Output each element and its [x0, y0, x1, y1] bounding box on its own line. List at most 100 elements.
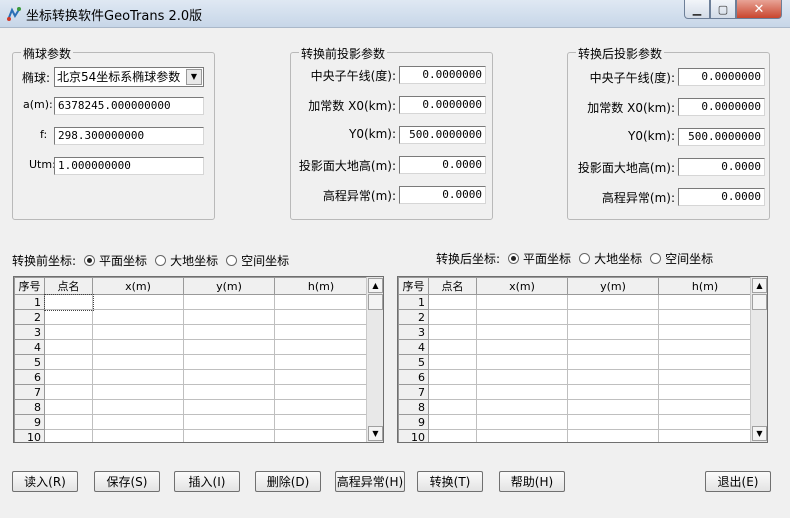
- cell-x[interactable]: [92, 429, 184, 442]
- grid-before[interactable]: 序号 点名 x(m) y(m) h(m) 1 2 3 4 5 6 7 8 9 10 ▲ ▼: [13, 276, 384, 443]
- cell-y[interactable]: [183, 414, 275, 430]
- cell-x[interactable]: [92, 324, 184, 340]
- cell-y[interactable]: [183, 309, 275, 325]
- cell-name[interactable]: [428, 369, 477, 385]
- cell-y[interactable]: [567, 429, 659, 442]
- cell-h[interactable]: [274, 324, 368, 340]
- table-row[interactable]: 8: [14, 399, 368, 415]
- cell-x[interactable]: [476, 369, 568, 385]
- utm-field[interactable]: 1.000000000: [54, 157, 204, 175]
- cell-name[interactable]: [44, 309, 93, 325]
- col-header-x[interactable]: x(m): [476, 277, 568, 295]
- cell-h[interactable]: [658, 414, 752, 430]
- cell-name[interactable]: [428, 414, 477, 430]
- cell-name[interactable]: [44, 429, 93, 442]
- table-row[interactable]: 6: [14, 369, 368, 385]
- coord-after-option-space[interactable]: 空间坐标: [665, 250, 713, 267]
- cell-name[interactable]: [428, 324, 477, 340]
- col-header-h[interactable]: h(m): [274, 277, 368, 295]
- cell-name[interactable]: [44, 369, 93, 385]
- cell-y[interactable]: [567, 369, 659, 385]
- height-anomaly-button[interactable]: 高程异常(H): [335, 471, 405, 492]
- cell-x[interactable]: [92, 399, 184, 415]
- convert-button[interactable]: 转换(T): [417, 471, 483, 492]
- cell-y[interactable]: [183, 429, 275, 442]
- cell-h[interactable]: [274, 384, 368, 400]
- pb-y0-field[interactable]: 500.0000000: [399, 126, 486, 144]
- cell-h[interactable]: [658, 324, 752, 340]
- cell-x[interactable]: [476, 354, 568, 370]
- scroll-thumb[interactable]: [368, 294, 383, 310]
- cell-h[interactable]: [658, 384, 752, 400]
- cell-h[interactable]: [274, 294, 368, 310]
- close-button[interactable]: ✕: [736, 0, 782, 19]
- grid-after-scrollbar[interactable]: ▲ ▼: [750, 277, 767, 442]
- cell-h[interactable]: [274, 339, 368, 355]
- table-row[interactable]: 2: [398, 309, 752, 325]
- pb-x0-field[interactable]: 0.0000000: [399, 96, 486, 114]
- cell-x[interactable]: [476, 414, 568, 430]
- grid-after[interactable]: 序号 点名 x(m) y(m) h(m) 1 2 3 4 5 6 7 8 9 10 ▲ ▼: [397, 276, 768, 443]
- a-field[interactable]: 6378245.000000000: [54, 97, 204, 115]
- cell-y[interactable]: [183, 324, 275, 340]
- cell-y[interactable]: [567, 384, 659, 400]
- table-row[interactable]: 2: [14, 309, 368, 325]
- col-header-name[interactable]: 点名: [44, 277, 93, 295]
- cell-name[interactable]: [44, 324, 93, 340]
- col-header-x[interactable]: x(m): [92, 277, 184, 295]
- cell-h[interactable]: [274, 429, 368, 442]
- cell-h[interactable]: [274, 414, 368, 430]
- insert-button[interactable]: 插入(I): [174, 471, 240, 492]
- cell-y[interactable]: [567, 339, 659, 355]
- coord-after-option-plane[interactable]: 平面坐标: [523, 250, 571, 267]
- cell-h[interactable]: [658, 309, 752, 325]
- pa-proj-height-field[interactable]: 0.0000: [678, 158, 765, 176]
- cell-name[interactable]: [44, 354, 93, 370]
- grid-before-scrollbar[interactable]: ▲ ▼: [366, 277, 383, 442]
- col-header-index[interactable]: 序号: [14, 277, 45, 295]
- cell-x[interactable]: [92, 309, 184, 325]
- cell-h[interactable]: [658, 354, 752, 370]
- scroll-thumb[interactable]: [752, 294, 767, 310]
- f-field[interactable]: 298.300000000: [54, 127, 204, 145]
- table-row[interactable]: 1: [398, 294, 752, 310]
- cell-h[interactable]: [274, 399, 368, 415]
- cell-x[interactable]: [92, 414, 184, 430]
- table-row[interactable]: 4: [398, 339, 752, 355]
- coord-before-option-space[interactable]: 空间坐标: [241, 252, 289, 269]
- cell-y[interactable]: [567, 399, 659, 415]
- cell-x[interactable]: [476, 339, 568, 355]
- table-row[interactable]: 10: [398, 429, 752, 442]
- cell-h[interactable]: [274, 369, 368, 385]
- cell-name[interactable]: [428, 399, 477, 415]
- scroll-down-icon[interactable]: ▼: [368, 426, 383, 441]
- col-header-index[interactable]: 序号: [398, 277, 429, 295]
- cell-x[interactable]: [476, 384, 568, 400]
- table-row[interactable]: 5: [398, 354, 752, 370]
- col-header-y[interactable]: y(m): [183, 277, 275, 295]
- pb-proj-height-field[interactable]: 0.0000: [399, 156, 486, 174]
- cell-name[interactable]: [43, 293, 94, 311]
- cell-name[interactable]: [428, 294, 477, 310]
- coord-after-radio-plane[interactable]: [508, 253, 520, 264]
- cell-y[interactable]: [567, 309, 659, 325]
- coord-before-radio-plane[interactable]: [84, 255, 96, 266]
- cell-h[interactable]: [274, 309, 368, 325]
- exit-button[interactable]: 退出(E): [705, 471, 771, 492]
- table-row[interactable]: 3: [14, 324, 368, 340]
- col-header-h[interactable]: h(m): [658, 277, 752, 295]
- cell-name[interactable]: [44, 339, 93, 355]
- cell-h[interactable]: [658, 369, 752, 385]
- cell-name[interactable]: [44, 384, 93, 400]
- cell-name[interactable]: [428, 339, 477, 355]
- table-row[interactable]: 9: [14, 414, 368, 430]
- table-row[interactable]: 6: [398, 369, 752, 385]
- table-row[interactable]: 7: [398, 384, 752, 400]
- cell-x[interactable]: [476, 429, 568, 442]
- cell-x[interactable]: [92, 384, 184, 400]
- cell-x[interactable]: [92, 354, 184, 370]
- cell-x[interactable]: [476, 399, 568, 415]
- pa-height-anomaly-field[interactable]: 0.0000: [678, 188, 765, 206]
- cell-y[interactable]: [567, 324, 659, 340]
- cell-x[interactable]: [92, 294, 184, 310]
